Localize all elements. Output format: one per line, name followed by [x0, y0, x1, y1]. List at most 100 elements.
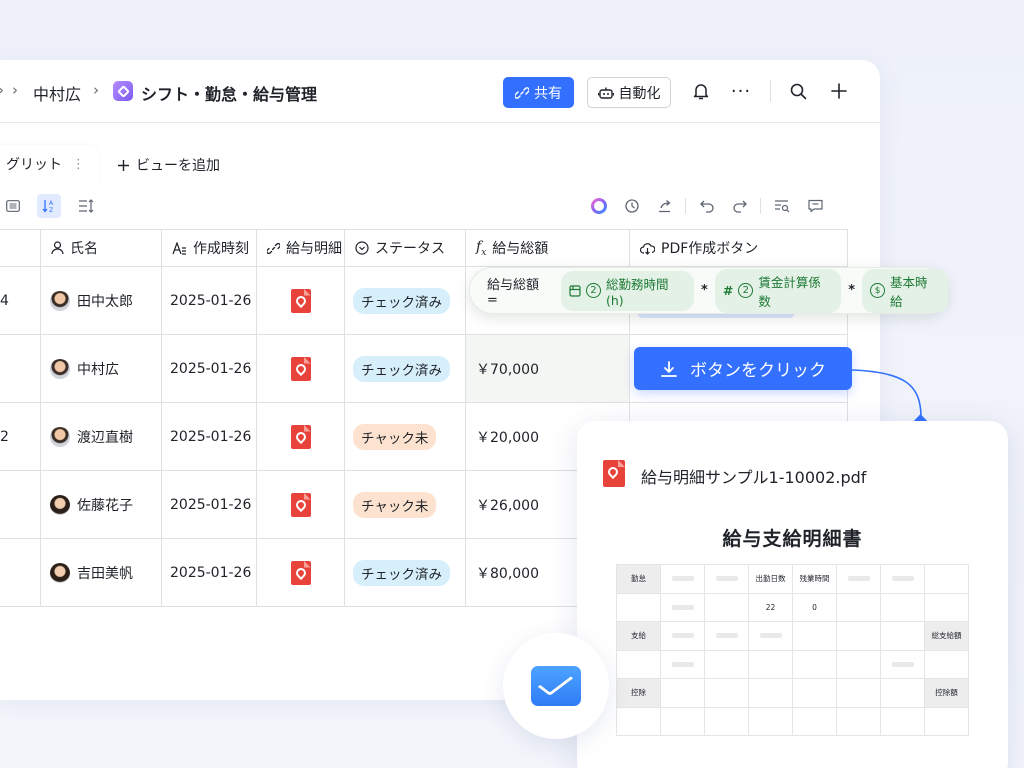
name-cell[interactable]: 中村広 [41, 335, 162, 402]
chevron-right-icon[interactable]: › [12, 81, 18, 99]
created-cell[interactable]: 2025-01-26 [162, 539, 257, 606]
currency-field-icon: $ [870, 283, 886, 298]
user-icon [51, 241, 64, 255]
header-label: PDF作成ボタン [661, 241, 759, 257]
mail-bubble[interactable] [503, 633, 609, 739]
value-cell: 22 [748, 592, 793, 622]
name-text: 渡辺直樹 [77, 429, 133, 446]
generate-pdf-button[interactable]: ボタンをクリック [634, 347, 852, 390]
created-cell[interactable]: 2025-01-26 [162, 403, 257, 470]
header-cell-payslip[interactable]: 給与明細 [257, 230, 345, 266]
header-label: ステータス [375, 241, 445, 257]
share-label: 共有 [534, 85, 562, 102]
payslip-table: 勤怠 出勤日数 残業時間 22 0 支給 総支給額 控除 控除額 [616, 564, 969, 736]
status-cell[interactable]: チェック済み [345, 267, 466, 334]
status-tag: チェック済み [353, 559, 450, 586]
row-index: 4 [0, 267, 41, 334]
payslip-cell[interactable] [257, 267, 345, 334]
link-icon [515, 86, 529, 99]
column-header: 残業時間 [792, 564, 837, 594]
payslip-cell[interactable] [257, 335, 345, 402]
created-cell[interactable]: 2025-01-26 [162, 471, 257, 538]
header-cell-status[interactable]: ステータス [345, 230, 466, 266]
date-field-icon [569, 284, 581, 297]
app-icon [113, 81, 133, 101]
name-cell[interactable]: 渡辺直樹 [41, 403, 162, 470]
avatar [50, 290, 70, 311]
status-cell[interactable]: チャック未 [345, 403, 466, 470]
name-text: 田中太郎 [77, 293, 133, 310]
formula-term: 総勤務時間(h) [605, 276, 669, 308]
name-cell[interactable]: 佐藤花子 [41, 471, 162, 538]
tab-grid-view[interactable]: グリット ⋮ [0, 145, 98, 183]
divider [770, 80, 771, 102]
search-icon[interactable] [787, 80, 809, 102]
share-export-icon[interactable] [653, 194, 677, 218]
top-bar: › › 中村広 › シフト・勤怠・給与管理 共有 自動化 ··· [0, 60, 880, 123]
breadcrumb-parent[interactable]: 中村広 [33, 81, 81, 105]
status-tag: チェック済み [353, 287, 450, 314]
header-cell-created[interactable]: 作成時刻 [162, 230, 257, 266]
status-cell[interactable]: チェック済み [345, 539, 466, 606]
pdf-file-icon[interactable] [290, 288, 311, 313]
list-icon[interactable] [1, 194, 25, 218]
payslip-cell[interactable] [257, 403, 345, 470]
comment-icon[interactable] [803, 194, 827, 218]
formula-term: 賃金計算係数 [758, 274, 821, 309]
formula-field-hours: 2 総勤務時間(h) [560, 270, 695, 311]
header-cell-name[interactable]: 氏名 [41, 230, 162, 266]
plus-icon [118, 159, 129, 171]
svg-text:Z: Z [49, 207, 53, 214]
find-icon[interactable] [770, 194, 794, 218]
name-cell[interactable]: 吉田美帆 [41, 539, 162, 606]
formula-operator: * [701, 283, 708, 298]
header-cell-pdf-button[interactable]: PDF作成ボタン [630, 230, 848, 266]
svg-text:A: A [49, 200, 54, 207]
header-label: 氏名 [70, 241, 98, 257]
ai-assistant-icon[interactable] [587, 194, 611, 218]
tab-grid-label: グリット [6, 157, 62, 173]
created-cell[interactable]: 2025-01-26 [162, 267, 257, 334]
grid-toolbar: AZ [0, 188, 860, 226]
text-icon [172, 241, 186, 255]
status-cell[interactable]: チェック済み [345, 335, 466, 402]
chevron-right-icon: › [93, 81, 99, 99]
download-icon [661, 360, 677, 377]
more-icon[interactable]: ··· [730, 80, 752, 102]
header-label: 作成時刻 [193, 241, 249, 257]
formula-operator: * [848, 283, 856, 298]
status-cell[interactable]: チャック未 [345, 471, 466, 538]
pdf-file-icon[interactable] [290, 424, 311, 449]
total-cell[interactable]: ￥70,000 [466, 335, 630, 402]
header-cell-total[interactable]: fx 給与総額 [466, 230, 630, 266]
pdf-file-icon[interactable] [290, 356, 311, 381]
name-cell[interactable]: 田中太郎 [41, 267, 162, 334]
mail-icon [531, 666, 581, 706]
redo-icon[interactable] [728, 194, 752, 218]
share-button[interactable]: 共有 [503, 77, 574, 108]
undo-icon[interactable] [695, 194, 719, 218]
payslip-cell[interactable] [257, 539, 345, 606]
status-tag: チャック未 [353, 491, 437, 518]
pdf-preview-card: 給与明細サンプル1-10002.pdf 給与支給明細書 勤怠 出勤日数 残業時間… [577, 421, 1008, 768]
sort-icon[interactable]: AZ [37, 194, 61, 218]
automation-button[interactable]: 自動化 [587, 77, 671, 108]
payslip-cell[interactable] [257, 471, 345, 538]
bell-icon[interactable] [690, 80, 712, 102]
row-height-icon[interactable] [74, 194, 98, 218]
created-cell[interactable]: 2025-01-26 [162, 335, 257, 402]
tab-menu-icon[interactable]: ⋮ [72, 157, 85, 172]
row-index [0, 539, 41, 606]
pdf-filename[interactable]: 給与明細サンプル1-10002.pdf [641, 464, 866, 488]
formula-icon: fx [476, 238, 487, 258]
header-label: 給与総額 [492, 241, 549, 257]
formula-lhs: 給与総額 = [487, 277, 540, 308]
add-view-button[interactable]: ビューを追加 [117, 155, 220, 175]
payslip-title: 給与支給明細書 [722, 528, 863, 550]
history-icon[interactable] [620, 194, 644, 218]
plus-icon[interactable] [828, 80, 850, 102]
pdf-file-icon[interactable] [290, 560, 311, 585]
row-label: 勤怠 [616, 564, 661, 594]
field-order-badge: 2 [585, 283, 601, 298]
pdf-file-icon[interactable] [290, 492, 311, 517]
